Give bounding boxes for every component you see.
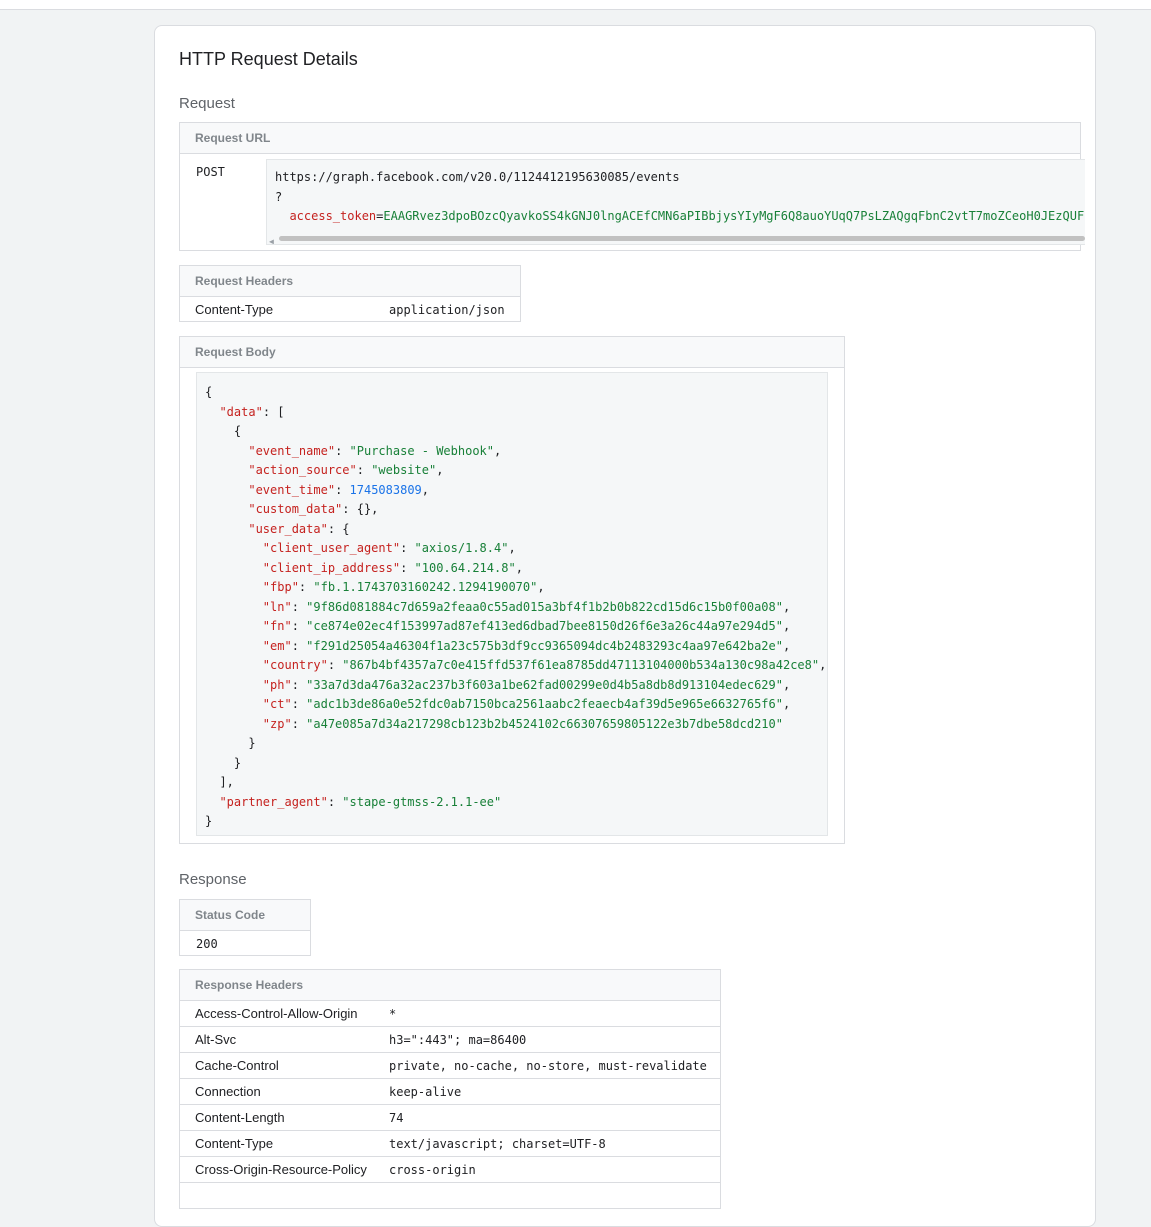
url-horizontal-scrollbar[interactable]: ◀: [267, 232, 1085, 244]
json-field: "em": "f291d25054a46304f1a23c575b3df9cc9…: [262, 638, 791, 653]
request-url-panel: Request URL POST https://graph.facebook.…: [179, 122, 1085, 251]
request-url-code[interactable]: https://graph.facebook.com/v20.0/1124412…: [266, 159, 1085, 245]
header-value: keep-alive: [389, 1085, 462, 1099]
header-value: private, no-cache, no-store, must-revali…: [389, 1059, 707, 1073]
table-row: Content-Type text/javascript; charset=UTF…: [180, 1131, 720, 1157]
header-key: Connection: [195, 1084, 261, 1099]
table-row: Connection keep-alive: [180, 1079, 720, 1105]
status-code-panel: Status Code 200: [179, 899, 311, 956]
header-value: cross-origin: [389, 1163, 476, 1177]
scroll-left-arrow-icon[interactable]: ◀: [269, 232, 274, 244]
request-headers-header: Request Headers: [180, 266, 520, 297]
response-headers-header: Response Headers: [180, 970, 720, 1001]
top-bar: [0, 0, 1151, 10]
json-field: "ph": "33a7d3da476a32ac237b3f603a1be62fa…: [262, 677, 791, 692]
request-details-card: HTTP Request Details Request Request URL…: [154, 25, 1096, 1227]
table-row: [180, 1183, 720, 1208]
request-body-header: Request Body: [180, 337, 844, 368]
request-section-title: Request: [179, 95, 235, 112]
header-key: Cache-Control: [195, 1058, 279, 1073]
json-field: "fbp": "fb.1.1743703160242.1294190070",: [262, 580, 545, 594]
scroll-thumb[interactable]: [279, 236, 1085, 241]
json-field: "fn": "ce874e02ec4f153997ad87ef413ed6dba…: [262, 619, 791, 633]
request-url-param-value: EAAGRvez3dpoBOzcQyavkoSS4kGNJ0lngACEfCMN…: [383, 209, 1085, 223]
table-row: Content-Type application/json: [180, 297, 520, 322]
header-value: h3=":443"; ma=86400: [389, 1033, 527, 1047]
table-row: Cache-Control private, no-cache, no-store…: [180, 1053, 720, 1079]
json-field: "country": "867b4bf4357a7c0e415ffd537f61…: [262, 658, 827, 672]
json-field: "zp": "a47e085a7d34a217298cb123b2b452410…: [262, 716, 783, 731]
header-key: Content-Type: [195, 1136, 274, 1151]
json-field: "client_user_agent": "axios/1.8.4",: [262, 541, 516, 555]
response-headers-table: Access-Control-Allow-Origin * Alt-Svc h3=":…: [180, 1001, 720, 1208]
table-row: Access-Control-Allow-Origin *: [180, 1001, 720, 1027]
response-headers-panel: Response Headers Access-Control-Allow-Or…: [179, 969, 721, 1209]
page-title: HTTP Request Details: [179, 49, 358, 69]
header-key: Alt-Svc: [195, 1032, 237, 1047]
request-method: POST: [196, 165, 225, 179]
request-url-header: Request URL: [180, 123, 1080, 154]
request-url-param-key: access_token: [289, 209, 377, 223]
status-code-value: 200: [196, 937, 218, 951]
header-key: Content-Length: [195, 1110, 285, 1125]
table-row: Content-Length 74: [180, 1105, 720, 1131]
request-url-qmark: ?: [275, 189, 283, 204]
json-field: "ln": "9f86d081884c7d659a2feaa0c55ad015a…: [262, 599, 791, 614]
header-key: Cross-Origin-Resource-Policy: [195, 1162, 367, 1177]
response-section-title: Response: [179, 871, 247, 888]
json-field: "client_ip_address": "100.64.214.8",: [262, 560, 523, 575]
header-value: *: [389, 1007, 397, 1021]
header-value: text/javascript; charset=UTF-8: [389, 1137, 606, 1151]
header-value: application/json: [389, 303, 505, 317]
request-headers-panel: Request Headers Content-Type application…: [179, 265, 521, 322]
table-row: Alt-Svc h3=":443"; ma=86400: [180, 1027, 720, 1053]
request-body-panel: Request Body { "data": [ { "event_name":…: [179, 336, 845, 844]
request-body-json[interactable]: { "data": [ { "event_name": "Purchase - …: [196, 372, 828, 836]
json-field: "ct": "adc1b3de86a0e52fdc0ab7150bca2561a…: [262, 697, 791, 711]
header-key: Access-Control-Allow-Origin: [195, 1006, 358, 1021]
header-key: Content-Type: [195, 302, 274, 317]
status-code-header: Status Code: [180, 900, 310, 931]
table-row: Cross-Origin-Resource-Policy cross-origin: [180, 1157, 720, 1183]
header-value: 74: [389, 1111, 404, 1125]
request-url-base: https://graph.facebook.com/v20.0/1124412…: [275, 170, 680, 184]
